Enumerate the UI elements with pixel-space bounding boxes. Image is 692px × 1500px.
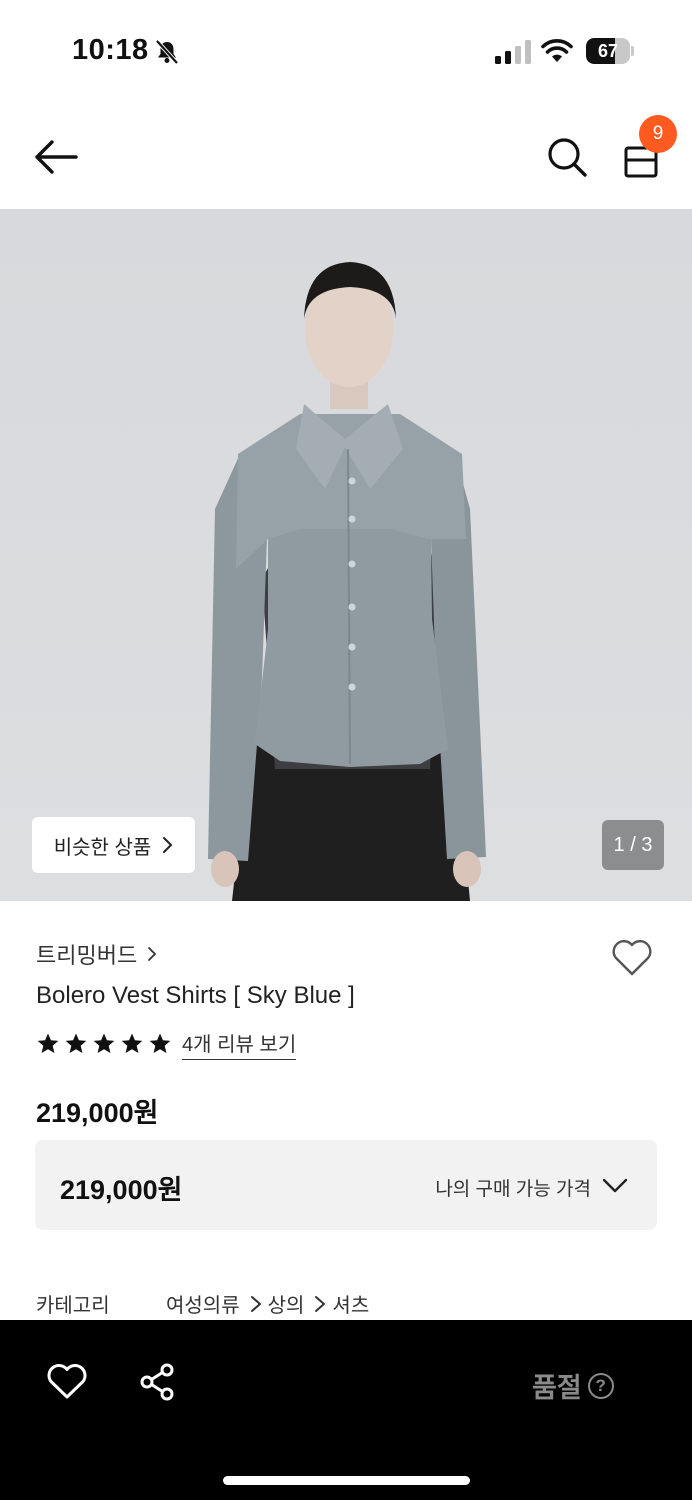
cart-count-badge: 9	[639, 115, 677, 153]
arrow-left-icon[interactable]	[30, 136, 82, 178]
rating-stars	[36, 1032, 172, 1056]
home-indicator[interactable]	[223, 1476, 470, 1485]
brand-link[interactable]: 트리밍버드	[36, 938, 157, 970]
heart-icon[interactable]	[46, 1362, 88, 1400]
product-image[interactable]	[0, 209, 692, 901]
similar-products-label: 비슷한 상품	[53, 836, 152, 859]
my-price-label: 나의 구매 가능 가격	[435, 1179, 591, 1200]
share-icon[interactable]	[138, 1362, 176, 1402]
bell-slash-icon	[155, 39, 179, 65]
chevron-right-icon	[163, 837, 173, 853]
chevron-right-icon	[148, 947, 157, 961]
top-nav-bar	[0, 100, 692, 210]
battery-icon: 67	[586, 38, 634, 64]
similar-products-button[interactable]: 비슷한 상품	[32, 817, 195, 873]
rating-row: 4개 리뷰 보기	[36, 1028, 297, 1060]
star-icon	[65, 1033, 87, 1053]
my-price-value: 219,000원	[60, 1175, 183, 1205]
chevron-down-icon	[602, 1178, 628, 1193]
category-row: 카테고리 여성의류 상의 셔츠	[36, 1289, 369, 1318]
search-icon[interactable]	[544, 134, 590, 180]
soldout-label: 품절	[532, 1373, 582, 1403]
category-crumb[interactable]: 여성의류	[166, 1289, 240, 1318]
star-icon	[121, 1033, 143, 1053]
category-label: 카테고리	[36, 1295, 110, 1317]
bottom-action-bar: 품절 ?	[0, 1320, 692, 1500]
cellular-signal-icon	[495, 40, 531, 64]
product-name: Bolero Vest Shirts [ Sky Blue ]	[36, 982, 355, 1009]
product-price: 219,000원	[36, 1098, 159, 1128]
category-crumb[interactable]: 셔츠	[332, 1289, 369, 1318]
image-page-indicator: 1 / 3	[602, 820, 664, 870]
brand-name: 트리밍버드	[36, 943, 138, 968]
status-time: 10:18	[72, 34, 149, 66]
review-link[interactable]: 4개 리뷰 보기	[182, 1028, 297, 1060]
star-icon	[149, 1033, 171, 1053]
status-bar: 10:18 67	[0, 0, 692, 100]
wifi-icon	[541, 39, 573, 62]
wishlist-heart-icon[interactable]	[610, 936, 654, 978]
battery-percentage: 67	[597, 41, 619, 61]
category-crumb[interactable]: 상의	[268, 1289, 305, 1318]
product-photo	[208, 262, 486, 901]
chevron-right-icon	[315, 1295, 326, 1312]
question-circle-icon[interactable]: ?	[587, 1372, 614, 1399]
my-price-dropdown[interactable]: 219,000원 나의 구매 가능 가격	[35, 1140, 657, 1230]
star-icon	[37, 1033, 59, 1053]
soldout-status: 품절 ?	[532, 1366, 614, 1405]
star-icon	[93, 1033, 115, 1053]
chevron-right-icon	[250, 1295, 261, 1312]
